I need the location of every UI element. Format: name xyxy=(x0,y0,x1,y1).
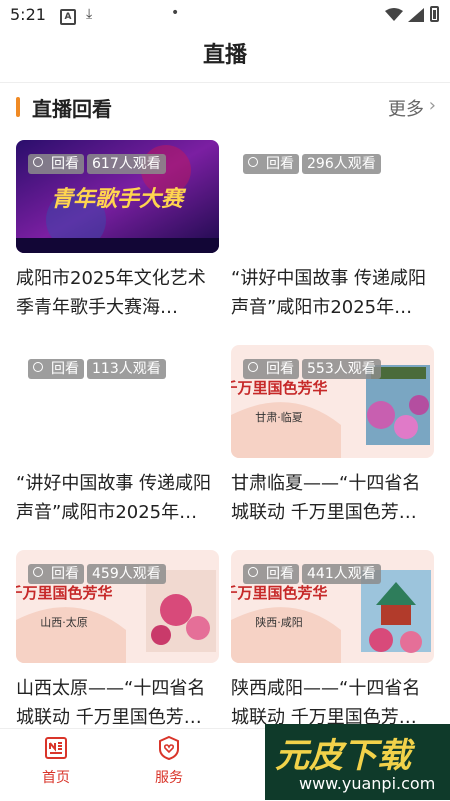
replay-card[interactable]: 青年歌手大赛 回看 617人观看 咸阳市2025年文化艺术季青年歌手大赛海… xyxy=(16,140,219,335)
thumbnail-place: 甘肃·临夏 xyxy=(255,410,303,424)
viewer-count-badge: 113人观看 xyxy=(87,359,166,379)
tab-home[interactable]: 首页 xyxy=(16,735,96,787)
replay-badge: 回看 xyxy=(243,359,299,379)
play-icon xyxy=(248,362,258,372)
replay-badge: 回看 xyxy=(243,564,299,584)
tab-service[interactable]: 服务 xyxy=(129,735,209,787)
viewer-count-badge: 553人观看 xyxy=(302,359,381,379)
play-icon xyxy=(33,157,43,167)
badge-group: 回看 553人观看 xyxy=(243,359,384,379)
replay-card[interactable]: 千万里国色芳华 甘肃·临夏 回看 553人观看 甘肃临夏——“十四省名城联动 千万… xyxy=(231,345,434,540)
signal-icon xyxy=(408,8,424,22)
thumbnail-place: 山西·太原 xyxy=(40,616,88,629)
service-heart-icon xyxy=(159,735,179,761)
more-link[interactable]: 更多 xyxy=(388,95,424,121)
card-title[interactable]: “讲好中国故事 传递咸阳声音”咸阳市2025年… xyxy=(231,264,434,322)
badge-group: 回看 113人观看 xyxy=(28,359,169,379)
thumbnail-title: 千万里国色芳华 xyxy=(231,379,328,397)
chevron-right-icon[interactable]: › xyxy=(429,95,436,116)
header-divider xyxy=(0,82,450,83)
tab-service-label: 服务 xyxy=(155,770,183,786)
replay-badge: 回看 xyxy=(28,564,84,584)
wifi-icon xyxy=(385,8,403,21)
viewer-count-badge: 459人观看 xyxy=(87,564,166,584)
thumbnail-title: 千万里国色芳华 xyxy=(16,584,113,602)
card-title[interactable]: “讲好中国故事 传递咸阳声音”咸阳市2025年… xyxy=(16,469,219,527)
badge-group: 回看 296人观看 xyxy=(243,154,384,174)
replay-badge: 回看 xyxy=(28,359,84,379)
watermark-logo: 元皮下载 www.yuanpi.com xyxy=(265,724,450,800)
replay-card[interactable]: 回看 113人观看 “讲好中国故事 传递咸阳声音”咸阳市2025年… xyxy=(16,345,219,540)
status-bar: 5:21 A ⤓ • xyxy=(0,0,450,30)
section-title: 直播回看 xyxy=(32,97,112,121)
card-title[interactable]: 咸阳市2025年文化艺术季青年歌手大赛海… xyxy=(16,264,219,322)
section-accent-bar xyxy=(16,97,20,117)
notification-dot-icon: • xyxy=(171,5,180,21)
page-header: 直播 xyxy=(0,30,450,82)
replay-card[interactable]: 千万里国色芳华 陕西·咸阳 回看 441人观看 陕西咸阳——“十四省名城联动 千万… xyxy=(231,550,434,728)
status-time: 5:21 xyxy=(10,5,46,24)
card-title[interactable]: 山西太原——“十四省名城联动 千万里国色芳… xyxy=(16,674,219,732)
watermark-text: 元皮下载 xyxy=(275,736,411,776)
thumbnail-place: 陕西·咸阳 xyxy=(255,615,303,629)
badge-group: 回看 617人观看 xyxy=(28,154,169,174)
battery-icon xyxy=(430,6,439,22)
download-icon: ⤓ xyxy=(86,6,93,22)
badge-group: 回看 441人观看 xyxy=(243,564,384,584)
play-icon xyxy=(248,157,258,167)
badge-group: 回看 459人观看 xyxy=(28,564,169,584)
section-header: 直播回看 更多 › xyxy=(0,88,450,128)
replay-card[interactable]: 回看 296人观看 “讲好中国故事 传递咸阳声音”咸阳市2025年… xyxy=(231,140,434,335)
thumbnail-title: 千万里国色芳华 xyxy=(231,584,328,602)
home-news-icon xyxy=(45,737,67,759)
page-title: 直播 xyxy=(202,43,247,68)
card-title[interactable]: 甘肃临夏——“十四省名城联动 千万里国色芳… xyxy=(231,469,434,527)
viewer-count-badge: 617人观看 xyxy=(87,154,166,174)
replay-card[interactable]: 千万里国色芳华 山西·太原 回看 459人观看 山西太原——“十四省名城联动 千万… xyxy=(16,550,219,728)
replay-badge: 回看 xyxy=(243,154,299,174)
play-icon xyxy=(33,567,43,577)
thumbnail-title: 青年歌手大赛 xyxy=(51,186,187,212)
play-icon xyxy=(248,567,258,577)
tab-home-label: 首页 xyxy=(42,770,70,786)
viewer-count-badge: 296人观看 xyxy=(302,154,381,174)
app-notification-icon: A xyxy=(60,9,76,25)
play-icon xyxy=(33,362,43,372)
viewer-count-badge: 441人观看 xyxy=(302,564,381,584)
watermark-url: www.yuanpi.com xyxy=(299,774,436,793)
replay-badge: 回看 xyxy=(28,154,84,174)
